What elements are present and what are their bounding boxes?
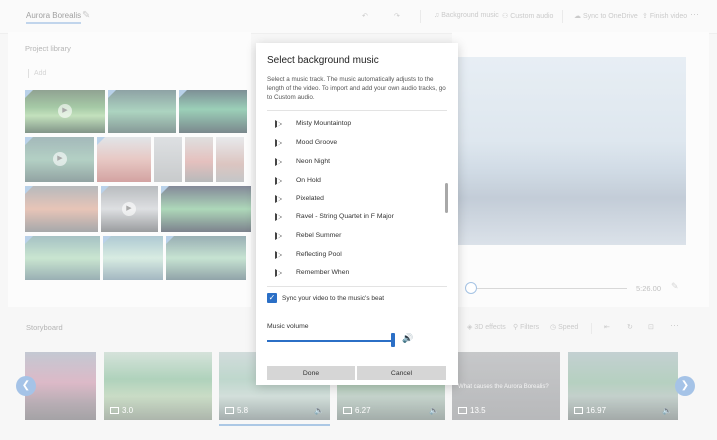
music-track-item[interactable]: Ravel - String Quartet in F Major	[272, 209, 436, 227]
music-track-item[interactable]: Pixelated	[272, 191, 436, 209]
music-track-item[interactable]: Remember When	[272, 265, 436, 283]
list-divider	[267, 286, 447, 287]
track-name: Remember When	[296, 269, 350, 276]
done-button[interactable]: Done	[267, 366, 355, 380]
track-name: Reflecting Pool	[296, 251, 342, 258]
play-icon[interactable]	[275, 139, 282, 147]
sync-beat-label: Sync your video to the music's beat	[282, 295, 385, 302]
dialog-title: Select background music	[267, 55, 379, 66]
play-icon[interactable]	[275, 251, 282, 259]
music-track-item[interactable]: Rebel Summer	[272, 228, 436, 246]
music-volume-label: Music volume	[267, 323, 309, 330]
play-icon[interactable]	[275, 177, 282, 185]
track-name: On Hold	[296, 177, 321, 184]
checkmark-icon: ✓	[268, 293, 276, 302]
background-music-dialog: Select background music Select a music t…	[256, 43, 458, 385]
cancel-button[interactable]: Cancel	[357, 366, 446, 380]
music-volume-slider-thumb[interactable]	[391, 333, 395, 347]
track-name: Ravel - String Quartet in F Major	[296, 213, 394, 220]
music-track-item[interactable]: Mood Groove	[272, 135, 436, 153]
play-icon[interactable]	[275, 213, 282, 221]
volume-icon[interactable]: 🔊	[402, 333, 413, 344]
music-track-item[interactable]: Reflecting Pool	[272, 247, 436, 265]
track-list-scrollbar[interactable]	[445, 183, 448, 213]
sync-beat-checkbox[interactable]: ✓	[267, 293, 277, 303]
music-track-item[interactable]: Neon Night	[272, 154, 436, 172]
play-icon[interactable]	[275, 195, 282, 203]
list-divider	[267, 110, 447, 111]
play-icon[interactable]	[275, 232, 282, 240]
track-name: Rebel Summer	[296, 232, 342, 239]
track-name: Misty Mountaintop	[296, 120, 352, 127]
dialog-description: Select a music track. The music automati…	[267, 76, 446, 101]
play-icon[interactable]	[275, 120, 282, 128]
music-track-item[interactable]: On Hold	[272, 173, 436, 191]
music-track-item[interactable]: Misty Mountaintop	[272, 116, 436, 134]
track-name: Pixelated	[296, 195, 324, 202]
play-icon[interactable]	[275, 158, 282, 166]
track-name: Mood Groove	[296, 139, 338, 146]
track-name: Neon Night	[296, 158, 331, 165]
play-icon[interactable]	[275, 269, 282, 277]
music-volume-slider[interactable]	[267, 340, 394, 342]
